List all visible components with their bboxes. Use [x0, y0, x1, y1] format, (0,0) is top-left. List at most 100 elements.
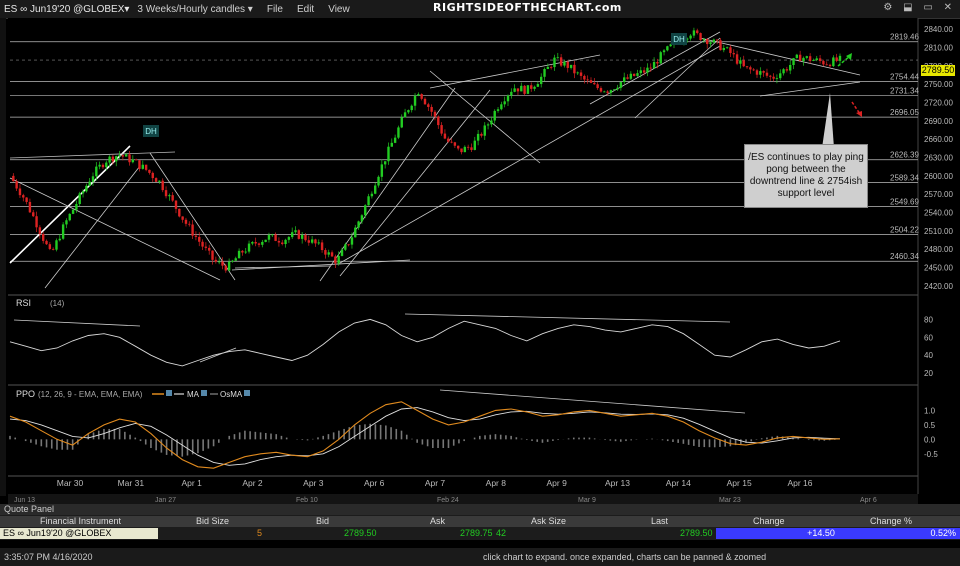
- candle-body: [652, 62, 656, 69]
- menu-view[interactable]: View: [328, 4, 350, 15]
- candle-body: [18, 188, 22, 196]
- candle-body: [486, 124, 490, 126]
- ppo-tick-label: 1.0: [924, 406, 936, 415]
- menu-file[interactable]: File: [267, 4, 283, 15]
- quote-panel-title: Quote Panel: [0, 504, 960, 515]
- price-tick-label: 2420.00: [924, 282, 953, 291]
- ppo-label[interactable]: PPO: [16, 389, 35, 399]
- candle-body: [563, 61, 566, 66]
- candle-body: [825, 64, 828, 66]
- candle-body: [593, 82, 596, 85]
- candle-body: [105, 162, 108, 168]
- candle-body: [344, 244, 347, 250]
- candle-body: [374, 185, 377, 194]
- candle-body: [128, 154, 131, 163]
- candle-body: [387, 146, 390, 162]
- candle-body: [390, 142, 393, 147]
- chart-area[interactable]: 2819.46 2754.44 2731.34 2696.05 2626.39 2589.…: [0, 18, 960, 504]
- candle-body: [277, 240, 281, 243]
- candle-body: [337, 255, 340, 264]
- candle-body: [417, 94, 420, 96]
- candle-body: [134, 159, 138, 161]
- quote-panel: Quote Panel Financial Instrument Bid Siz…: [0, 504, 960, 540]
- timeframe-selector[interactable]: 3 Weeks/Hourly candles ▾: [137, 4, 252, 15]
- symbol-title[interactable]: ES ∞ Jun19'20 @GLOBEX▾: [0, 4, 129, 15]
- candle-body: [364, 205, 367, 216]
- candle-body: [606, 91, 609, 93]
- candle-body: [354, 227, 357, 238]
- candle-body: [367, 196, 370, 206]
- candle-body: [662, 50, 666, 53]
- candle-body: [755, 70, 759, 75]
- price-tick-label: 2690.00: [924, 117, 953, 126]
- candle-body: [68, 213, 71, 221]
- checkbox-icon[interactable]: [244, 390, 250, 396]
- candle-body: [437, 116, 440, 126]
- ppo-params: (12, 26, 9 - EMA, EMA, EMA): [38, 390, 143, 399]
- candle-body: [45, 240, 48, 245]
- time-tick-label: Apr 14: [666, 478, 691, 488]
- price-tick-label: 2810.00: [924, 44, 953, 53]
- col-bid-size[interactable]: Bid Size: [196, 516, 229, 527]
- candle-body: [71, 209, 75, 214]
- candle-body: [632, 73, 636, 76]
- candle-body: [540, 76, 543, 85]
- candle-body: [81, 191, 85, 194]
- candle-body: [164, 190, 168, 197]
- candle-body: [636, 73, 639, 76]
- rsi-axis: 80 60 40 20: [924, 315, 933, 378]
- candle-body: [510, 91, 513, 96]
- checkbox-icon[interactable]: [166, 390, 172, 396]
- col-instrument[interactable]: Financial Instrument: [40, 516, 121, 527]
- candle-body: [447, 138, 450, 142]
- candle-body: [201, 241, 204, 247]
- col-change-pct[interactable]: Change %: [870, 516, 912, 527]
- candle-body: [357, 221, 360, 228]
- rsi-label[interactable]: RSI: [16, 298, 31, 308]
- level-label: 2626.39: [890, 151, 919, 160]
- candle-body: [188, 223, 191, 225]
- rsi-param: (14): [50, 299, 65, 308]
- candle-body: [284, 239, 287, 245]
- checkbox-icon[interactable]: [201, 390, 207, 396]
- candle-body: [506, 95, 510, 102]
- candle-body: [835, 57, 838, 61]
- col-ask[interactable]: Ask: [430, 516, 445, 527]
- cell-instrument[interactable]: ES ∞ Jun19'20 @GLOBEX: [0, 528, 158, 539]
- candle-body: [327, 252, 330, 255]
- col-change[interactable]: Change: [753, 516, 785, 527]
- time-tick-label: Apr 1: [182, 478, 203, 488]
- candle-body: [536, 84, 540, 87]
- candle-body: [729, 47, 732, 54]
- col-last[interactable]: Last: [651, 516, 668, 527]
- candle-body: [520, 85, 523, 92]
- candle-body: [410, 105, 413, 111]
- col-bid[interactable]: Bid: [316, 516, 329, 527]
- candle-body: [377, 176, 380, 186]
- window-controls[interactable]: ⚙ ⬓ ▭ ✕: [883, 2, 956, 13]
- menu-edit[interactable]: Edit: [297, 4, 314, 15]
- time-tick-label: Apr 6: [364, 478, 385, 488]
- candle-body: [712, 39, 716, 43]
- lower-timeline[interactable]: [8, 494, 918, 504]
- candle-body: [629, 73, 633, 79]
- candle-body: [702, 39, 706, 41]
- candle-body: [476, 133, 480, 141]
- ppo-trendline: [439, 389, 746, 414]
- candle-body: [350, 237, 354, 245]
- candle-body: [805, 56, 808, 58]
- ppo-tick-label: 0.0: [924, 435, 936, 444]
- col-ask-size[interactable]: Ask Size: [531, 516, 566, 527]
- candle-body: [739, 60, 742, 64]
- price-tick-label: 2600.00: [924, 172, 953, 181]
- candle-body: [294, 230, 297, 233]
- candle-body: [148, 169, 151, 173]
- candle-body: [779, 73, 782, 79]
- candle-body: [251, 241, 254, 244]
- candle-body: [383, 161, 387, 165]
- time-axis: Mar 30 Mar 31 Apr 1 Apr 2 Apr 3 Apr 6 Apr 7 Apr…: [57, 478, 813, 488]
- quote-row[interactable]: ES ∞ Jun19'20 @GLOBEX 5 2789.50 2789.75 …: [0, 528, 960, 540]
- cell-ask-size: 42: [496, 528, 507, 538]
- candle-body: [692, 30, 696, 36]
- candle-body: [98, 164, 101, 167]
